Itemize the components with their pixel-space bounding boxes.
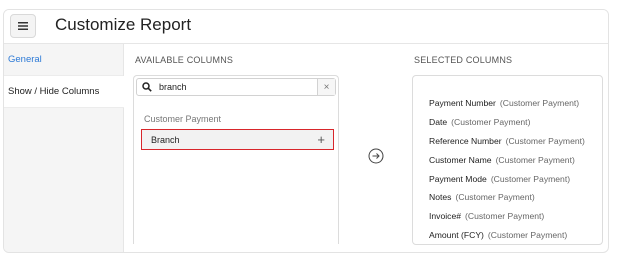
plus-icon[interactable]: + (317, 133, 325, 146)
selected-column-source: (Customer Payment) (499, 98, 580, 109)
selected-column-name: Customer Name (429, 154, 492, 165)
selected-column-source: (Customer Payment) (465, 211, 545, 222)
clear-search-button[interactable]: × (317, 79, 335, 95)
selected-column-name: Reference Number (429, 135, 502, 146)
selected-column-item[interactable]: Notes (Customer Payment) (413, 188, 602, 207)
header-bar: Customize Report (4, 10, 608, 44)
selected-column-name: Invoice# (429, 211, 462, 222)
page-title: Customize Report (55, 15, 192, 34)
selected-columns-heading: SELECTED COLUMNS (414, 55, 513, 65)
column-search-input[interactable] (157, 79, 317, 95)
selected-column-item[interactable]: Reference Number (Customer Payment) (413, 132, 602, 151)
sidebar-item-general[interactable]: General (4, 44, 123, 76)
selected-column-source: (Customer Payment) (455, 192, 535, 203)
sidebar-item-show-hide-columns[interactable]: Show / Hide Columns (4, 76, 124, 108)
selected-column-item[interactable]: Customer Name (Customer Payment) (413, 150, 602, 169)
column-item-label: Branch (151, 134, 180, 145)
selected-column-source: (Customer Payment) (495, 154, 575, 165)
selected-column-name: Notes (429, 192, 452, 203)
arrow-right-circle-icon[interactable] (368, 148, 384, 164)
search-icon (137, 79, 157, 95)
column-search-box: × (136, 78, 336, 96)
selected-column-name: Date (429, 117, 448, 128)
selected-column-source: (Customer Payment) (490, 173, 571, 184)
hamburger-menu-icon (18, 22, 28, 30)
column-group-label: Customer Payment (144, 114, 222, 124)
sidebar-item-label: Show / Hide Columns (8, 86, 100, 97)
available-columns-panel: × Customer Payment Branch + (133, 75, 339, 244)
selected-column-item[interactable]: Date (Customer Payment) (413, 113, 602, 132)
available-column-item-branch[interactable]: Branch + (141, 129, 334, 150)
selected-column-item[interactable]: Payment Mode (Customer Payment) (413, 169, 602, 188)
selected-column-item[interactable]: Invoice# (Customer Payment) (413, 207, 602, 226)
selected-columns-panel: Payment Number (Customer Payment) Date (… (412, 75, 603, 245)
selected-column-name: Amount (FCY) (429, 229, 484, 240)
selected-column-source: (Customer Payment) (487, 229, 568, 240)
selected-column-name: Payment Mode (429, 173, 487, 184)
selected-column-name: Payment Number (429, 98, 496, 109)
sidebar-item-label: General (8, 54, 42, 65)
settings-sidebar: General Show / Hide Columns (4, 44, 124, 252)
available-columns-heading: AVAILABLE COLUMNS (135, 55, 234, 65)
selected-column-source: (Customer Payment) (451, 117, 531, 128)
selected-column-item[interactable]: Payment Number (Customer Payment) (413, 94, 602, 113)
selected-column-item[interactable]: Amount (FCY) (Customer Payment) (413, 226, 602, 245)
selected-column-source: (Customer Payment) (505, 135, 585, 146)
menu-button[interactable] (10, 14, 36, 38)
